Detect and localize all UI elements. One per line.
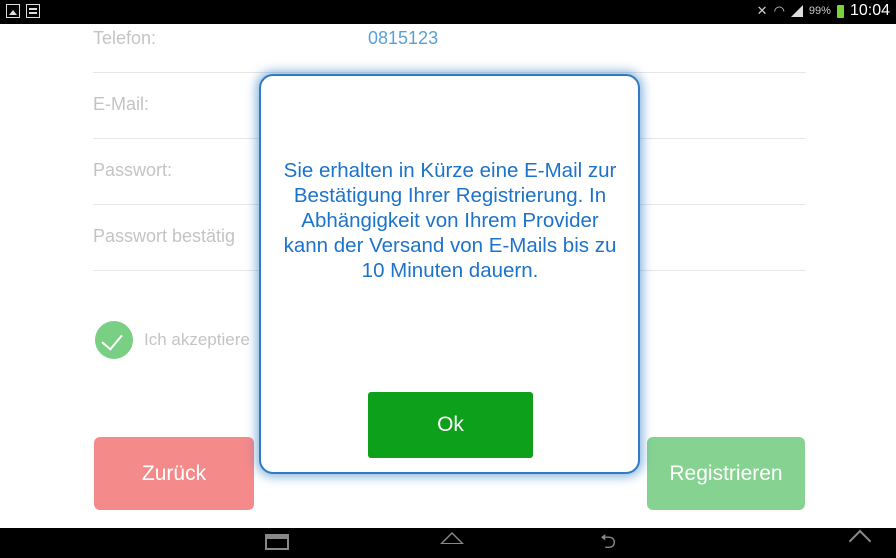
phone-row[interactable]: Telefon: 0815123 [93,6,806,73]
navigation-bar: ⮌ [0,528,896,558]
dialog-message: Sie erhalten in Kürze eine E-Mail zur Be… [283,159,617,282]
clock: 10:04 [849,2,890,19]
password-confirm-label: Passwort bestätig [93,226,236,246]
phone-label: Telefon: [93,28,157,48]
back-nav-icon[interactable]: ⮌ [600,532,626,552]
confirmation-dialog: Sie erhalten in Kürze eine E-Mail zur Be… [259,74,640,474]
picture-icon [6,4,20,18]
accept-label: Ich akzeptiere [144,330,250,349]
recent-apps-icon[interactable] [265,534,289,550]
email-label: E-Mail: [93,94,150,114]
accept-checkbox[interactable] [95,321,133,359]
ok-button[interactable]: Ok [368,392,533,458]
battery-icon [836,4,844,18]
calendar-icon [26,4,40,18]
battery-percent: 99% [808,5,831,17]
password-label: Passwort: [93,160,173,180]
register-button[interactable]: Registrieren [647,437,805,510]
phone-value[interactable]: 0815123 [368,28,438,49]
chevron-up-icon[interactable] [848,529,872,553]
back-button[interactable]: Zurück [94,437,254,510]
notification-icons [6,4,40,18]
home-icon[interactable] [440,532,464,544]
